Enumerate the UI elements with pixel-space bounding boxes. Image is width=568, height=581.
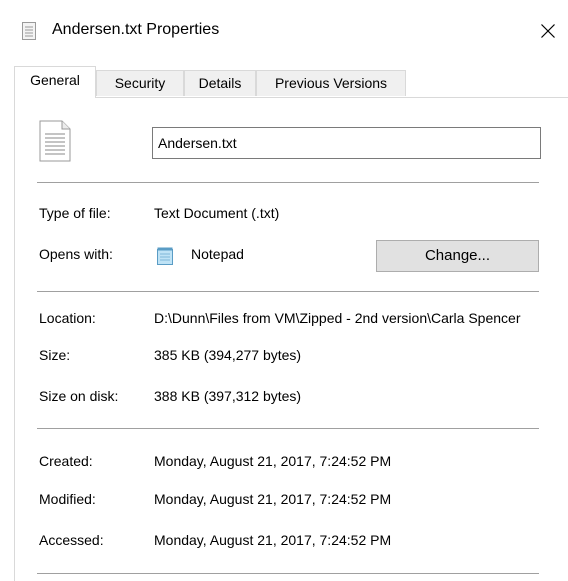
text-document-icon [39,120,71,162]
close-button[interactable] [528,14,568,48]
created-label: Created: [39,453,93,469]
general-tab-panel [14,97,568,581]
notepad-icon [156,247,174,265]
opens-with-label: Opens with: [39,246,113,262]
size-on-disk-label: Size on disk: [39,388,119,404]
tab-general[interactable]: General [14,66,96,98]
text-file-icon [22,22,36,40]
separator [37,573,539,574]
created-value: Monday, August 21, 2017, 7:24:52 PM [154,453,392,469]
title-bar: Andersen.txt Properties [0,0,568,62]
properties-window: Andersen.txt Properties Security Details… [0,0,568,581]
separator [37,428,539,429]
window-title: Andersen.txt Properties [52,21,220,38]
tab-details[interactable]: Details [184,70,256,96]
separator [37,291,539,292]
opens-with-value: Notepad [191,246,244,262]
change-button[interactable]: Change... [376,240,539,272]
separator [37,182,539,183]
tab-security[interactable]: Security [96,70,184,96]
close-icon [541,24,555,38]
accessed-value: Monday, August 21, 2017, 7:24:52 PM [154,532,392,548]
accessed-label: Accessed: [39,532,104,548]
type-of-file-label: Type of file: [39,205,111,221]
size-on-disk-value: 388 KB (397,312 bytes) [154,388,302,404]
size-value: 385 KB (394,277 bytes) [154,347,302,363]
location-value: D:\Dunn\Files from VM\Zipped - 2nd versi… [154,310,521,326]
modified-value: Monday, August 21, 2017, 7:24:52 PM [154,491,392,507]
modified-label: Modified: [39,491,96,507]
location-label: Location: [39,310,96,326]
type-of-file-value: Text Document (.txt) [154,205,280,221]
tab-previous-versions[interactable]: Previous Versions [256,70,406,96]
size-label: Size: [39,347,71,363]
filename-input[interactable] [152,127,541,159]
